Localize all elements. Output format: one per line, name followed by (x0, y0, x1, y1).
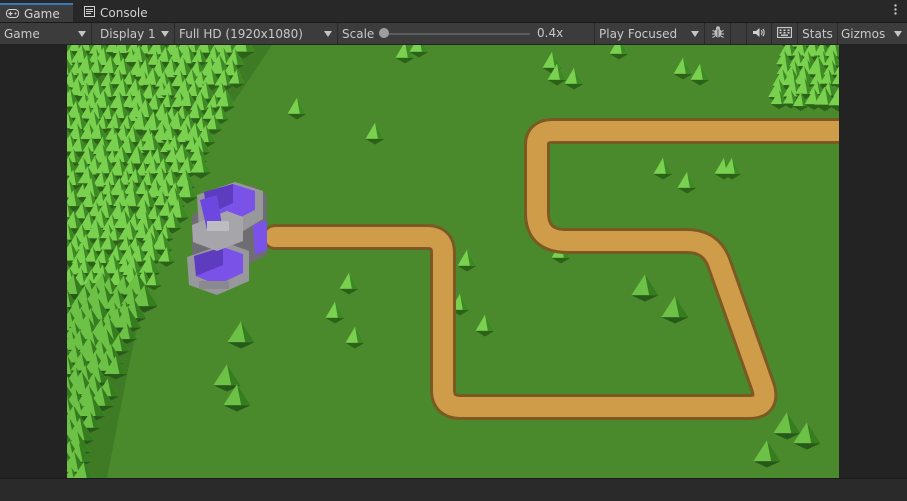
resolution-value: Full HD (1920x1080) (179, 26, 303, 41)
stats-button[interactable]: Stats (798, 23, 838, 44)
chevron-down-icon (78, 31, 86, 37)
scene-canvas (67, 45, 839, 478)
game-render-view[interactable] (67, 45, 839, 478)
display-value: Display 1 (100, 26, 156, 41)
tab-game[interactable]: Game (0, 3, 73, 22)
chevron-down-icon (324, 31, 332, 37)
gizmos-dropdown[interactable]: Gizmos (838, 23, 907, 44)
chevron-down-icon (161, 31, 169, 37)
debug-toggle[interactable] (705, 23, 731, 44)
game-toolbar: Game Display 1 Full HD (1920x1080) Scale… (0, 23, 907, 45)
gamepad-icon (6, 7, 19, 21)
chevron-down-icon (894, 31, 902, 37)
scale-slider-track[interactable] (384, 33, 530, 35)
tab-label: Console (100, 5, 148, 20)
speaker-icon (752, 27, 766, 41)
keyboard-icon (777, 26, 792, 41)
resolution-dropdown[interactable]: Full HD (1920x1080) (175, 23, 338, 44)
display-dropdown[interactable]: Display 1 (92, 23, 175, 44)
gizmos-label: Gizmos (841, 26, 886, 41)
tab-console[interactable]: Console (78, 3, 158, 22)
shortcuts-toggle[interactable] (772, 23, 798, 44)
view-mode-dropdown[interactable]: Game (0, 23, 92, 44)
play-mode-dropdown[interactable]: Play Focused (595, 23, 705, 44)
bug-icon (711, 25, 725, 42)
play-mode-value: Play Focused (599, 26, 678, 41)
tab-bar: Game Console (0, 0, 907, 23)
chevron-down-icon (691, 31, 699, 37)
view-mode-value: Game (4, 26, 40, 41)
scale-value: 0.4x (537, 26, 564, 40)
stats-label: Stats (802, 26, 833, 41)
mute-audio-toggle[interactable] (746, 23, 772, 44)
scale-control: Scale 0.4x (338, 23, 595, 44)
scale-slider-thumb[interactable] (379, 28, 389, 38)
scale-label: Scale (342, 26, 375, 41)
status-strip (0, 478, 907, 501)
kebab-menu-icon[interactable] (894, 4, 897, 18)
tab-label: Game (24, 6, 60, 21)
console-icon (84, 5, 95, 20)
